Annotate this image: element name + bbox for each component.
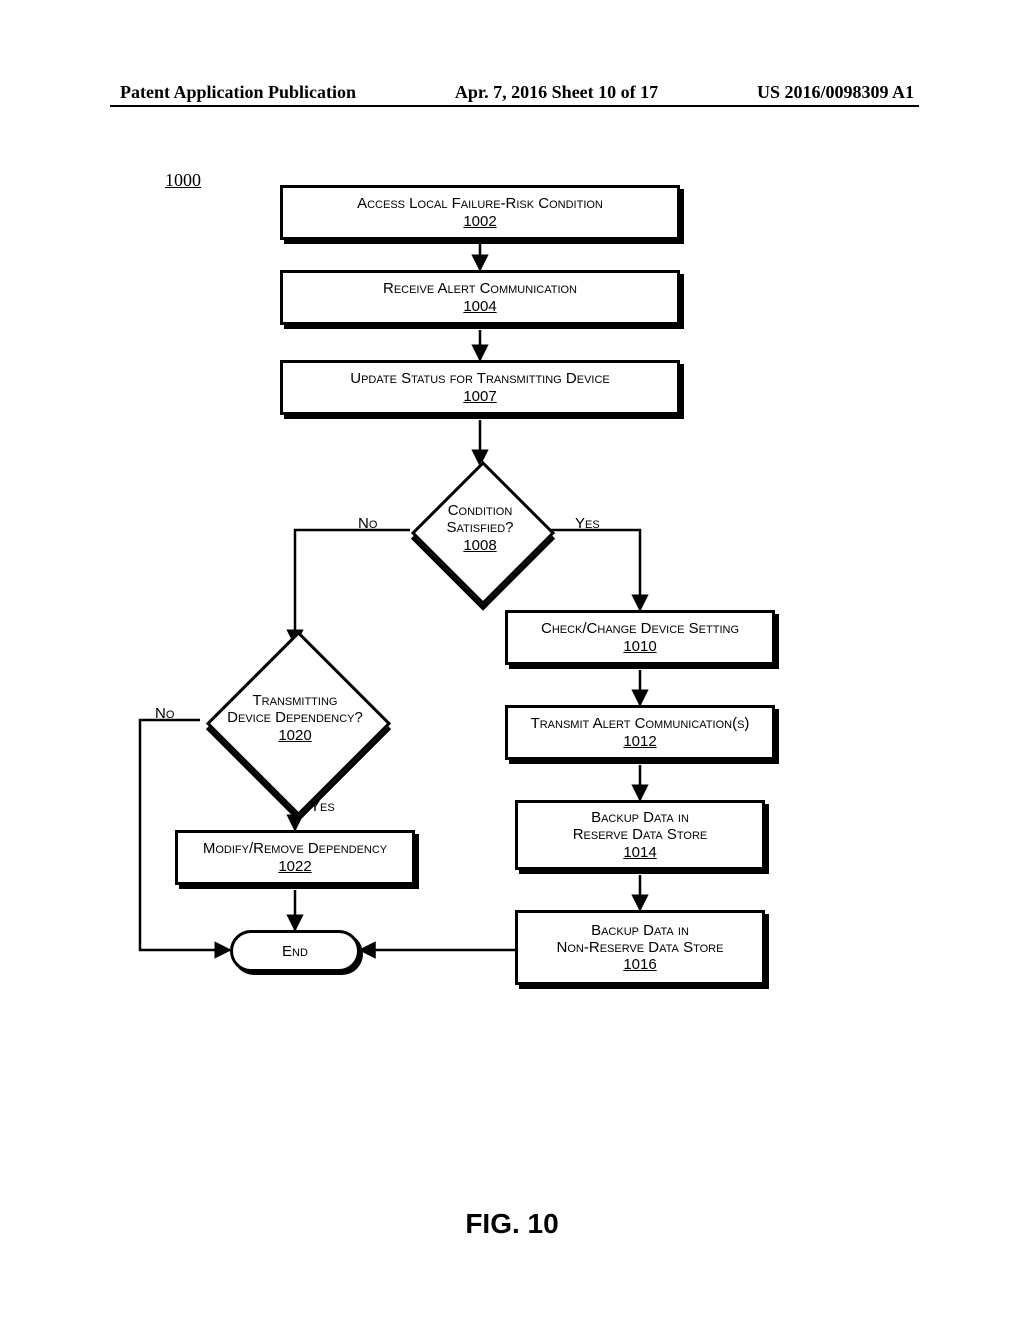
decision-1008: Condition Satisfied? 1008 [410,460,550,600]
step-1010: Check/Change Device Setting 1010 [505,610,775,665]
step-1016-ref: 1016 [623,956,656,973]
header-right: US 2016/0098309 A1 [757,82,914,103]
decision-1020-ref: 1020 [278,727,311,744]
decision-1020: Transmitting Device Dependency? 1020 [185,630,405,810]
step-1012-ref: 1012 [623,733,656,750]
step-1014-l1: Backup Data in [591,809,689,826]
step-1012-text: Transmit Alert Communication(s) [531,715,750,732]
step-1014-ref: 1014 [623,844,656,861]
step-1014-l2: Reserve Data Store [573,826,708,843]
page-header: Patent Application Publication Apr. 7, 2… [120,82,914,103]
step-1007-ref: 1007 [463,388,496,405]
step-1022-ref: 1022 [278,858,311,875]
decision-1008-l1: Condition [448,502,513,519]
label-1008-yes: Yes [575,515,600,532]
header-mid: Apr. 7, 2016 Sheet 10 of 17 [455,82,658,103]
step-1002-text: Access Local Failure-Risk Condition [357,195,603,212]
decision-1020-l1: Transmitting [253,692,338,709]
step-1010-text: Check/Change Device Setting [541,620,739,637]
decision-1008-ref: 1008 [463,537,496,554]
step-1012: Transmit Alert Communication(s) 1012 [505,705,775,760]
label-1008-no: No [358,515,377,532]
step-1022: Modify/Remove Dependency 1022 [175,830,415,885]
step-1014: Backup Data in Reserve Data Store 1014 [515,800,765,870]
decision-1008-l2: Satisfied? [446,519,513,536]
figure-caption: FIG. 10 [0,1208,1024,1240]
step-1010-ref: 1010 [623,638,656,655]
step-1002: Access Local Failure-Risk Condition 1002 [280,185,680,240]
step-1004-ref: 1004 [463,298,496,315]
step-1004: Receive Alert Communication 1004 [280,270,680,325]
label-1020-no: No [155,705,174,722]
step-1022-text: Modify/Remove Dependency [203,840,387,857]
step-1002-ref: 1002 [463,213,496,230]
terminator-end-text: End [282,943,308,960]
flowchart: Access Local Failure-Risk Condition 1002… [120,170,910,1180]
header-rule [110,105,919,107]
page: Patent Application Publication Apr. 7, 2… [0,0,1024,1320]
step-1004-text: Receive Alert Communication [383,280,577,297]
header-left: Patent Application Publication [120,82,356,103]
label-1020-yes: Yes [310,798,335,815]
step-1016-l2: Non-Reserve Data Store [557,939,724,956]
step-1007: Update Status for Transmitting Device 10… [280,360,680,415]
decision-1020-l2: Device Dependency? [227,709,363,726]
terminator-end: End [230,930,360,972]
step-1016: Backup Data in Non-Reserve Data Store 10… [515,910,765,985]
step-1007-text: Update Status for Transmitting Device [350,370,610,387]
step-1016-l1: Backup Data in [591,922,689,939]
